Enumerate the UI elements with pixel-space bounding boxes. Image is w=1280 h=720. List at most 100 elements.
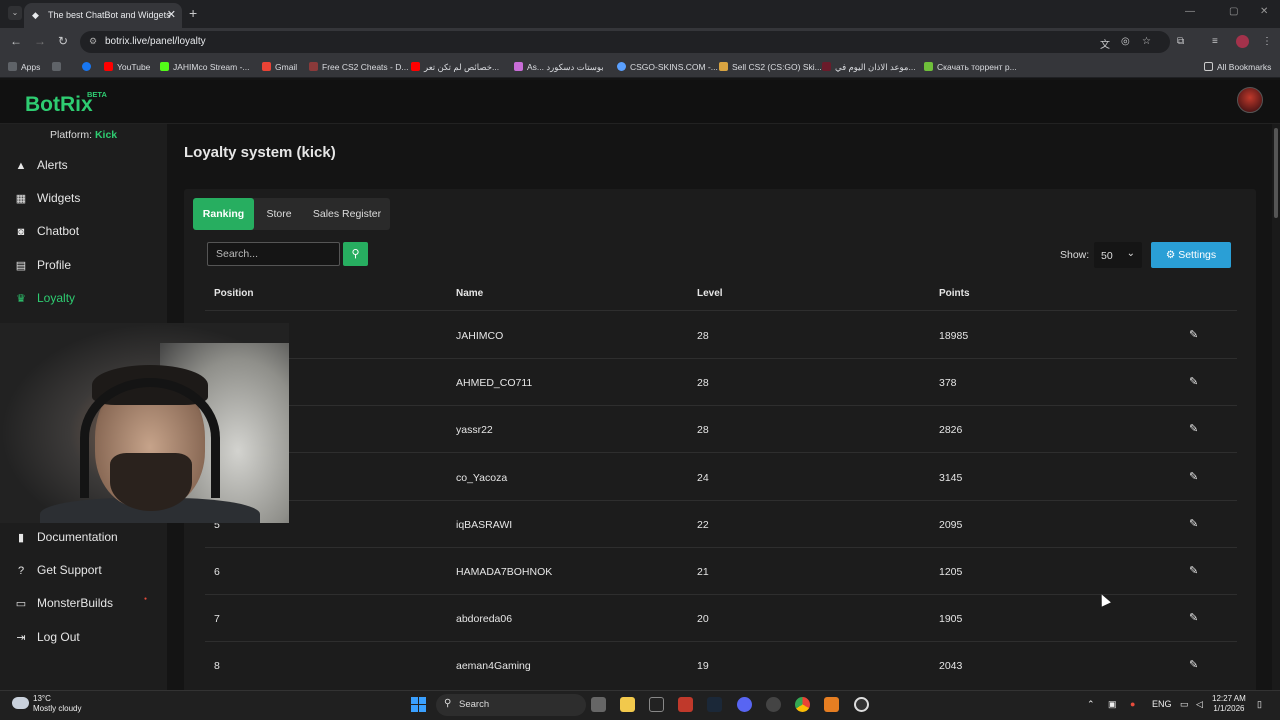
discord-icon[interactable] xyxy=(737,697,752,712)
chrome-icon[interactable] xyxy=(795,697,810,712)
bookmark-cs2-cheats[interactable]: Free CS2 Cheats - D... xyxy=(309,62,408,72)
scrollbar-thumb[interactable] xyxy=(1274,128,1278,218)
sidebar-item-alerts[interactable]: ▲ Alerts xyxy=(14,158,68,176)
table-row: 3yassr22282826✎ xyxy=(205,405,1237,452)
botrix-logo[interactable]: BotRix xyxy=(25,93,93,117)
forward-icon[interactable]: → xyxy=(34,34,46,48)
chevron-down-icon: ⌄ xyxy=(1126,248,1135,259)
volume-icon[interactable]: ◁ xyxy=(1196,699,1203,710)
bookmark-grid-icon[interactable] xyxy=(52,62,65,72)
sidebar-item-widgets[interactable]: ▦ Widgets xyxy=(14,191,81,209)
sidebar-item-log-out[interactable]: ⇥ Log Out xyxy=(14,630,79,648)
tab-ranking[interactable]: Ranking xyxy=(193,198,254,230)
question-icon: ? xyxy=(17,565,25,577)
new-tab-icon[interactable]: + xyxy=(189,5,197,21)
sidebar-item-monsterbuilds[interactable]: ▭ MonsterBuilds xyxy=(14,596,113,614)
table-row: 4co_Yacoza243145✎ xyxy=(205,453,1237,500)
cloud-icon[interactable] xyxy=(12,697,29,709)
bookmark-kick-stream[interactable]: JAHIMco Stream -... xyxy=(160,62,250,72)
back-icon[interactable]: ← xyxy=(10,34,22,48)
show-label: Show: xyxy=(1060,249,1090,261)
edit-pencil-icon[interactable]: ✎ xyxy=(1189,470,1198,483)
column-header-level[interactable]: Level xyxy=(697,288,723,299)
edit-pencil-icon[interactable]: ✎ xyxy=(1189,328,1198,341)
bookmark-torrent[interactable]: Скачать торрент р... xyxy=(924,62,1017,72)
column-header-position[interactable]: Position xyxy=(214,288,253,299)
bookmark-sell-cs2[interactable]: Sell CS2 (CS:GO) Ski... xyxy=(719,62,822,72)
edit-pencil-icon[interactable]: ✎ xyxy=(1189,375,1198,388)
media-icon[interactable]: ≡ xyxy=(1212,36,1218,47)
browser-tab[interactable]: ◆ The best ChatBot and Widgets ✕ xyxy=(24,3,182,28)
cell-name: co_Yacoza xyxy=(456,471,508,484)
bookmark-youtube[interactable]: YouTube xyxy=(104,62,150,72)
search-input[interactable] xyxy=(207,242,340,266)
windows-start-icon[interactable] xyxy=(411,697,427,713)
tab-sales-register[interactable]: Sales Register xyxy=(307,198,387,230)
table-row: 1JAHIMCO2818985✎ xyxy=(205,311,1237,358)
bookmark-gmail[interactable]: Gmail xyxy=(262,62,297,72)
browser-profile-avatar[interactable] xyxy=(1236,35,1249,48)
obs-icon[interactable] xyxy=(854,697,869,712)
bookmark-discord-posts[interactable]: As... بوستات دسكورد xyxy=(514,62,604,73)
all-bookmarks[interactable]: All Bookmarks xyxy=(1204,62,1271,72)
column-header-name[interactable]: Name xyxy=(456,288,483,299)
tray-app-icon[interactable]: ▣ xyxy=(1108,699,1117,710)
close-tab-icon[interactable]: ✕ xyxy=(167,8,176,21)
cell-points: 378 xyxy=(939,377,957,390)
sidebar-item-profile[interactable]: ▤ Profile xyxy=(14,258,71,276)
tab-search-icon[interactable]: ⌄ xyxy=(8,6,22,20)
sidebar-item-chatbot[interactable]: ◙ Chatbot xyxy=(14,224,79,242)
taskbar-search[interactable]: ⚲ Search xyxy=(436,694,586,716)
temperature: 13°C xyxy=(33,694,51,703)
network-icon[interactable]: ▭ xyxy=(1180,699,1189,710)
site-info-icon[interactable]: ⚙ xyxy=(89,36,97,47)
sidebar-item-get-support[interactable]: ? Get Support xyxy=(14,563,102,581)
maximize-icon[interactable]: ▢ xyxy=(1229,6,1238,17)
weather-widget[interactable]: 13°C Mostly cloudy xyxy=(33,694,81,714)
sidebar-item-documentation[interactable]: ▮ Documentation xyxy=(14,530,118,548)
microphone-icon[interactable]: ● xyxy=(1130,699,1135,709)
sidebar-item-loyalty[interactable]: ♛ Loyalty xyxy=(14,291,75,309)
eye-off-icon[interactable]: ◎ xyxy=(1121,36,1130,47)
cell-name: JAHIMCO xyxy=(456,330,504,342)
column-header-points[interactable]: Points xyxy=(939,288,970,299)
cell-level: 24 xyxy=(697,471,709,484)
minimize-icon[interactable]: — xyxy=(1185,6,1195,17)
page-scrollbar[interactable] xyxy=(1272,124,1280,690)
task-view-icon[interactable] xyxy=(591,697,606,712)
steam-icon[interactable] xyxy=(707,697,722,712)
extensions-icon[interactable]: ⧉ xyxy=(1177,36,1184,47)
g-app-icon[interactable] xyxy=(649,697,664,712)
system-clock[interactable]: 12:27 AM 1/1/2026 xyxy=(1212,694,1246,714)
clock-time: 12:27 AM xyxy=(1212,694,1246,703)
edit-pencil-icon[interactable]: ✎ xyxy=(1189,611,1198,624)
bookmark-star-icon[interactable]: ☆ xyxy=(1142,36,1151,47)
edit-pencil-icon[interactable]: ✎ xyxy=(1189,517,1198,530)
bookmark-prayer-times[interactable]: موعد الاذان اليوم في... xyxy=(822,62,916,73)
bookmark-csgo-skins[interactable]: CSGO-SKINS.COM -... xyxy=(617,62,718,72)
settings-button[interactable]: ⚙ Settings xyxy=(1151,242,1231,268)
edit-pencil-icon[interactable]: ✎ xyxy=(1189,658,1198,671)
bookmark-arabic-youtube[interactable]: خصائص لم تكن تعر... xyxy=(411,62,499,73)
red-app-icon[interactable] xyxy=(678,697,693,712)
search-button[interactable]: ⚲ xyxy=(343,242,368,266)
tab-store[interactable]: Store xyxy=(259,198,299,230)
widgets-icon: ▦ xyxy=(15,193,27,205)
address-bar[interactable]: ⚙ botrix.live/panel/loyalty 文 ◎ ☆ xyxy=(80,31,1170,53)
close-window-icon[interactable]: ✕ xyxy=(1260,6,1268,17)
user-avatar[interactable] xyxy=(1237,87,1263,113)
language-indicator[interactable]: ENG xyxy=(1152,699,1172,709)
app-icon[interactable] xyxy=(766,697,781,712)
tray-chevron-icon[interactable]: ⌃ xyxy=(1087,699,1095,710)
notifications-icon[interactable]: ▯ xyxy=(1257,699,1262,710)
reload-icon[interactable]: ↻ xyxy=(58,34,68,48)
chrome-menu-icon[interactable]: ⋮ xyxy=(1262,36,1272,47)
page-size-select[interactable]: 50 ⌄ xyxy=(1094,242,1142,268)
file-explorer-icon[interactable] xyxy=(620,697,635,712)
bookmark-facebook-icon[interactable] xyxy=(82,62,95,72)
translate-icon[interactable]: 文 xyxy=(1100,36,1110,51)
bookmark-apps[interactable]: Apps xyxy=(8,62,40,72)
edit-pencil-icon[interactable]: ✎ xyxy=(1189,564,1198,577)
edit-pencil-icon[interactable]: ✎ xyxy=(1189,422,1198,435)
orange-app-icon[interactable] xyxy=(824,697,839,712)
